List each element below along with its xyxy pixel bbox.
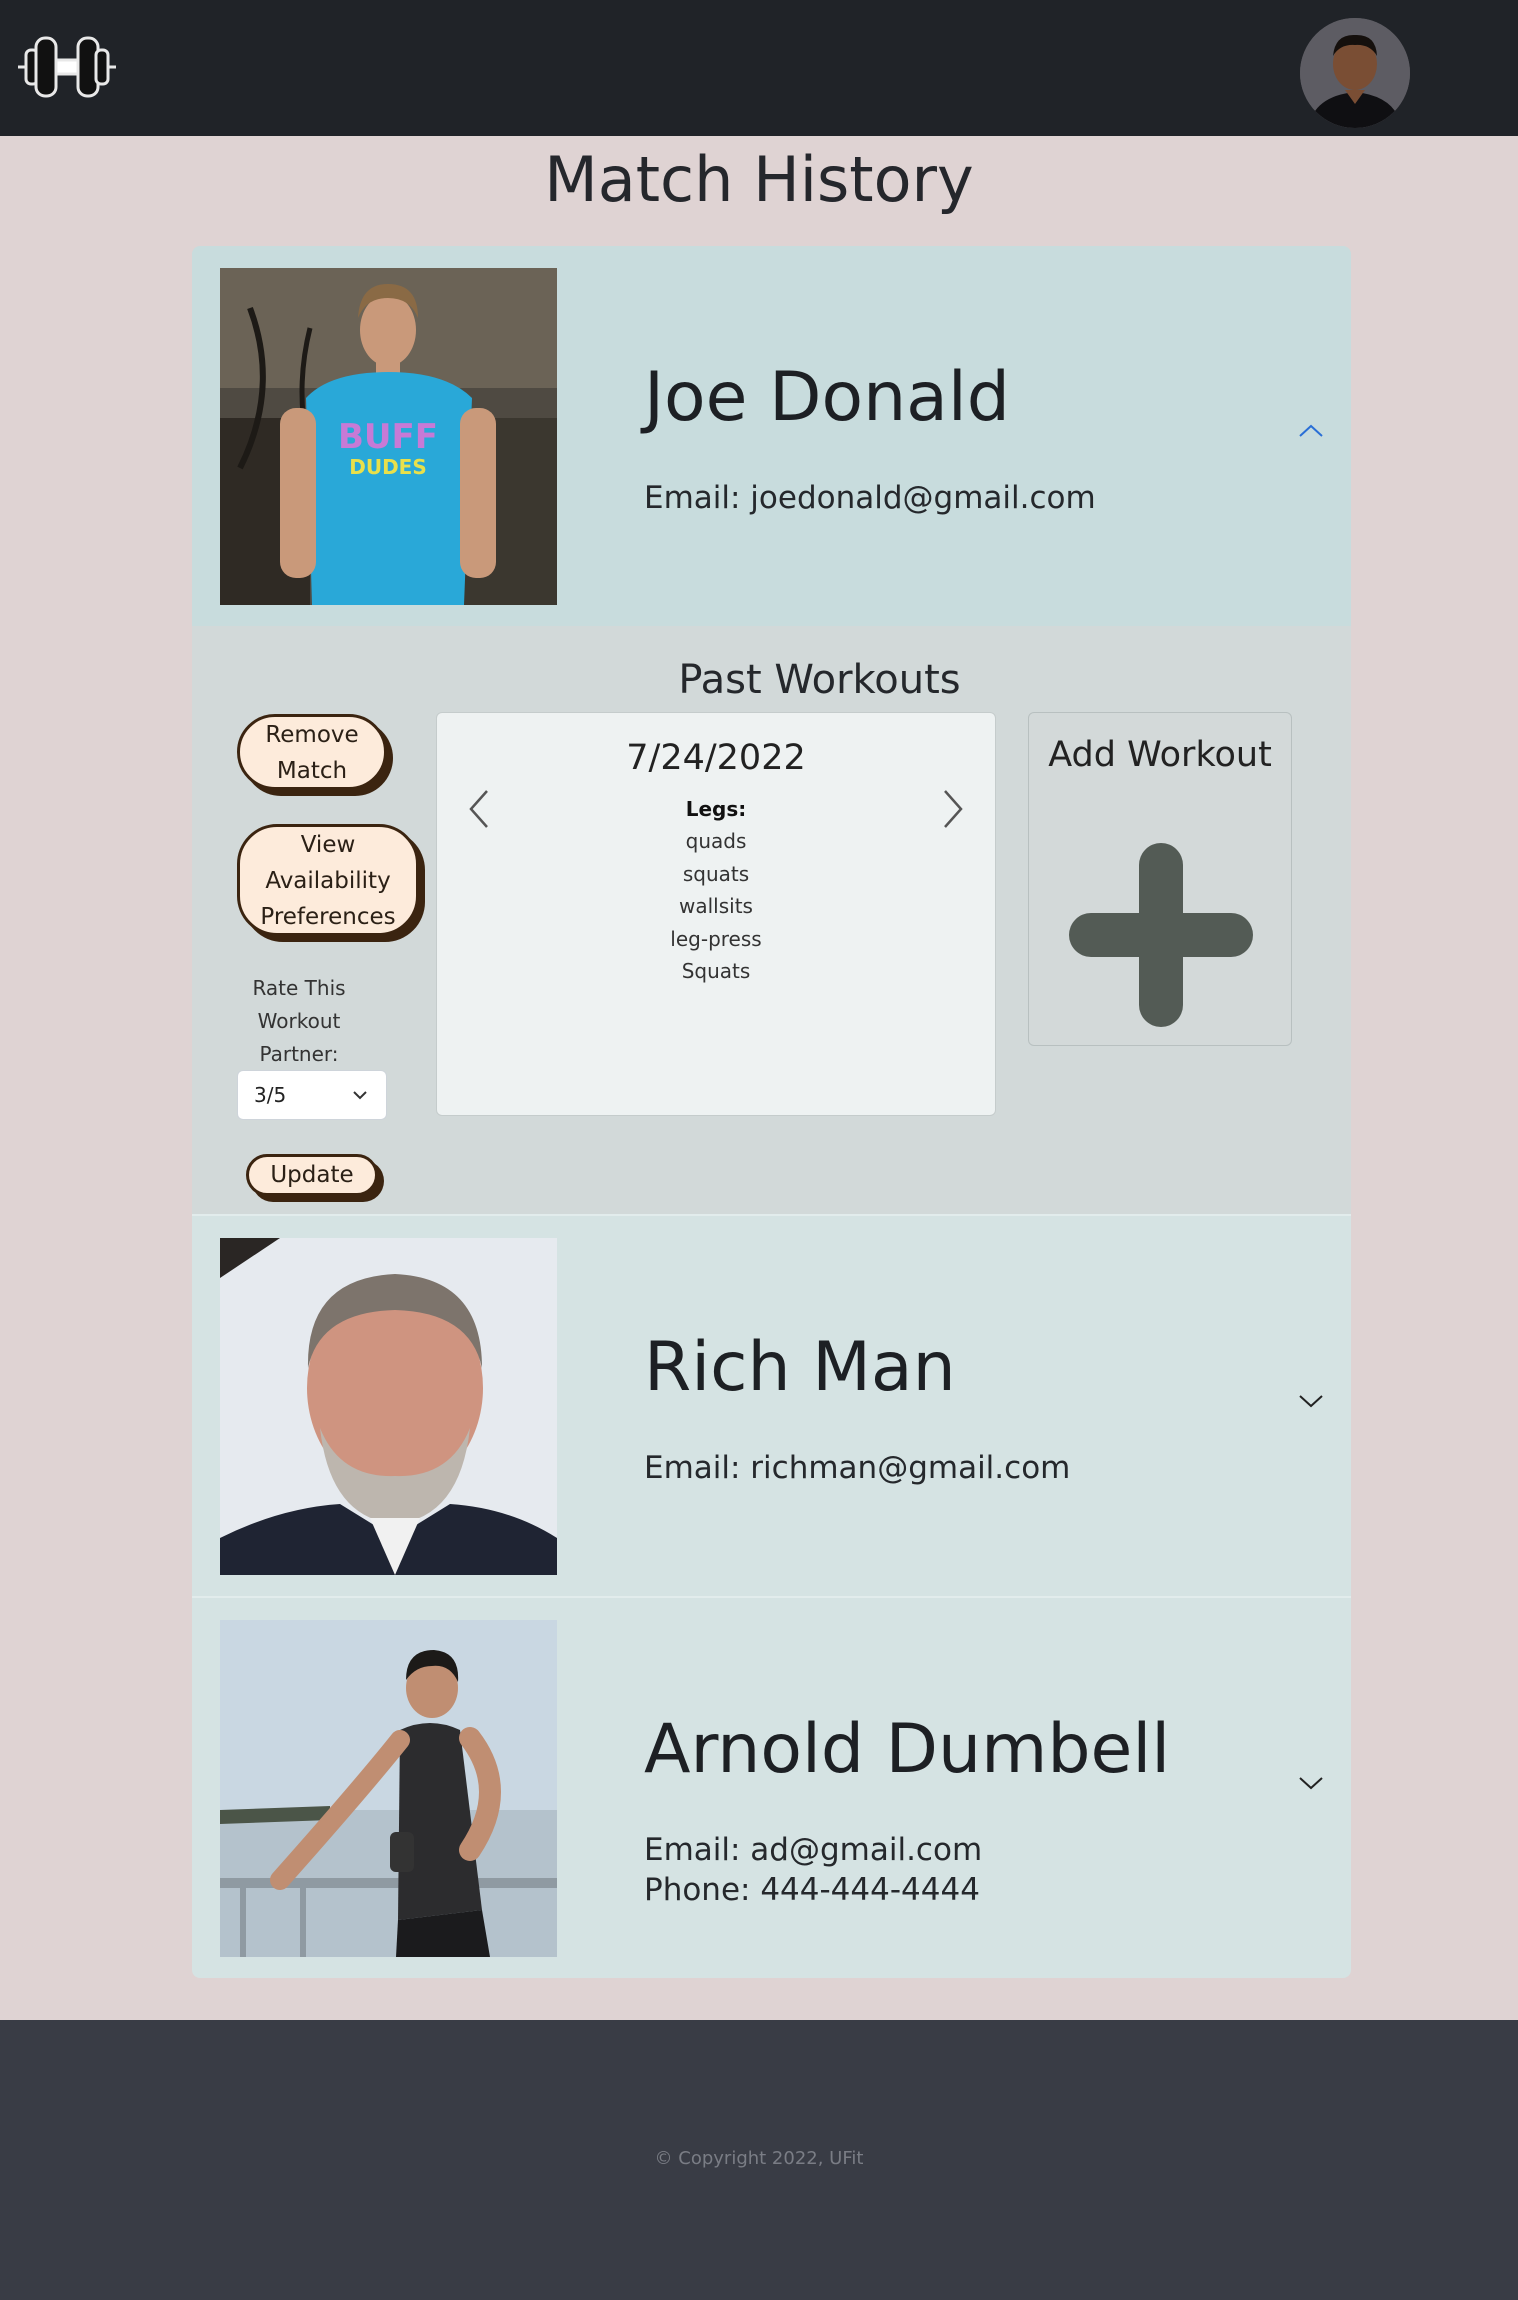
exercise-list: quads squats wallsits leg-press Squats: [437, 825, 995, 988]
past-workouts-title: Past Workouts: [678, 657, 961, 703]
rating-select[interactable]: 3/5: [237, 1070, 387, 1120]
match-accordion: BUFF DUDES Joe Donald Email: joedonald@g…: [192, 246, 1351, 1978]
profile-photo: [220, 1238, 557, 1575]
dumbbell-icon[interactable]: [16, 30, 118, 104]
view-availability-button[interactable]: View Availability Preferences: [237, 824, 419, 936]
chevron-down-icon[interactable]: [1296, 1386, 1326, 1416]
add-workout-label: Add Workout: [1048, 735, 1272, 775]
chevron-down-icon: [353, 1091, 367, 1100]
exercise-item: wallsits: [679, 894, 753, 918]
top-navbar: [0, 0, 1518, 136]
exercise-item: leg-press: [670, 926, 762, 951]
exercise-item: squats: [682, 861, 750, 886]
svg-text:BUFF: BUFF: [338, 417, 438, 457]
match-details: Past Workouts Remove Match View Availabi…: [192, 626, 1351, 1214]
add-workout-card[interactable]: Add Workout: [1028, 712, 1292, 1046]
workout-muscle-group: Legs:: [685, 797, 747, 821]
footer: © Copyright 2022, UFit: [0, 2020, 1518, 2300]
match-header-rich-man[interactable]: Rich Man Email: richman@gmail.com: [192, 1214, 1351, 1596]
update-rating-button[interactable]: Update: [246, 1154, 378, 1196]
match-email: Email: joedonald@gmail.com: [644, 480, 1096, 516]
svg-text:DUDES: DUDES: [349, 455, 427, 479]
copyright-text: © Copyright 2022, UFit: [654, 2148, 864, 2169]
user-avatar[interactable]: [1300, 18, 1410, 128]
exercise-item: quads: [685, 829, 747, 853]
match-contact: Email: ad@gmail.com Phone: 444-444-4444: [644, 1830, 982, 1910]
match-header-arnold-dumbell[interactable]: Arnold Dumbell Email: ad@gmail.com Phone…: [192, 1596, 1351, 1978]
match-header-joe-donald[interactable]: BUFF DUDES Joe Donald Email: joedonald@g…: [192, 246, 1351, 626]
workout-carousel: 7/24/2022 Legs: quads squats wallsits le…: [436, 712, 996, 1116]
match-name: Arnold Dumbell: [644, 1710, 1171, 1789]
plus-icon: [1069, 843, 1253, 1027]
profile-photo: BUFF DUDES: [220, 268, 557, 605]
chevron-down-icon[interactable]: [1296, 1768, 1326, 1798]
match-name: Joe Donald: [644, 358, 1010, 437]
rating-select-value: 3/5: [254, 1083, 287, 1107]
profile-photo: [220, 1620, 557, 1957]
rate-partner-label: Rate This Workout Partner:: [252, 976, 346, 1066]
page-title: Match History: [544, 143, 974, 216]
match-phone: Phone: 444-444-4444: [644, 1872, 980, 1908]
match-email: Email: ad@gmail.com: [644, 1832, 983, 1868]
workout-date: 7/24/2022: [626, 738, 806, 778]
chevron-up-icon[interactable]: [1296, 416, 1326, 446]
match-name: Rich Man: [644, 1328, 956, 1407]
exercise-item: Squats: [681, 959, 751, 983]
match-email: Email: richman@gmail.com: [644, 1450, 1071, 1486]
remove-match-button[interactable]: Remove Match: [237, 714, 387, 790]
